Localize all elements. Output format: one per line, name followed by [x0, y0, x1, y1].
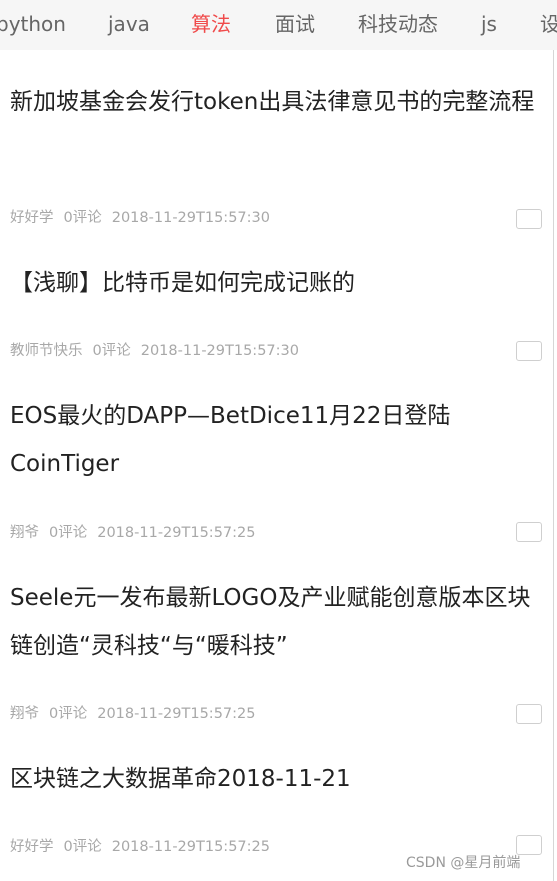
article-title[interactable]: 新加坡基金会发行token出具法律意见书的完整流程 — [10, 78, 540, 126]
article-title[interactable]: 区块链之大数据革命2018-11-21 — [10, 755, 540, 803]
article-meta: 好好学 0评论 2018-11-29T15:57:30 — [10, 206, 280, 227]
article-item[interactable]: Seele元一发布最新LOGO及产业赋能创意版本区块链创造“灵科技“与“暖科技” — [10, 574, 540, 670]
article-select-checkbox[interactable] — [516, 209, 542, 229]
article-timestamp: 2018-11-29T15:57:25 — [97, 525, 256, 541]
article-item[interactable]: 区块链之大数据革命2018-11-21 — [10, 755, 540, 803]
article-meta: 翔爷 0评论 2018-11-29T15:57:25 — [10, 521, 265, 542]
article-select-checkbox[interactable] — [516, 341, 542, 361]
csdn-watermark: CSDN @星月前端 — [406, 855, 521, 871]
tab-java[interactable]: java — [108, 10, 150, 38]
article-meta: 好好学 0评论 2018-11-29T15:57:25 — [10, 835, 280, 856]
category-tab-bar: python java 算法 面试 科技动态 js 设 — [0, 0, 557, 50]
article-title[interactable]: 【浅聊】比特币是如何完成记账的 — [10, 259, 540, 307]
article-comment-count: 0评论 — [49, 525, 88, 541]
article-select-checkbox[interactable] — [516, 704, 542, 724]
article-timestamp: 2018-11-29T15:57:30 — [140, 343, 299, 359]
article-title[interactable]: EOS最火的DAPP—BetDice11月22日登陆CoinTiger — [10, 392, 540, 488]
article-author: 教师节快乐 — [10, 343, 83, 359]
article-meta: 教师节快乐 0评论 2018-11-29T15:57:30 — [10, 339, 309, 360]
article-author: 翔爷 — [10, 525, 39, 541]
article-comment-count: 0评论 — [63, 839, 102, 855]
tab-interview[interactable]: 面试 — [275, 10, 315, 38]
article-item[interactable]: 【浅聊】比特币是如何完成记账的 — [10, 259, 540, 307]
article-timestamp: 2018-11-29T15:57:25 — [111, 839, 270, 855]
scroll-edge-divider — [553, 50, 554, 881]
article-title[interactable]: Seele元一发布最新LOGO及产业赋能创意版本区块链创造“灵科技“与“暖科技” — [10, 574, 540, 670]
article-comment-count: 0评论 — [92, 343, 131, 359]
article-author: 好好学 — [10, 839, 54, 855]
tab-python[interactable]: python — [0, 10, 66, 38]
article-item[interactable]: 新加坡基金会发行token出具法律意见书的完整流程 — [10, 78, 540, 126]
article-item[interactable]: EOS最火的DAPP—BetDice11月22日登陆CoinTiger — [10, 392, 540, 488]
article-comment-count: 0评论 — [49, 706, 88, 722]
article-timestamp: 2018-11-29T15:57:30 — [111, 210, 270, 226]
article-author: 好好学 — [10, 210, 54, 226]
article-timestamp: 2018-11-29T15:57:25 — [97, 706, 256, 722]
tab-algorithm[interactable]: 算法 — [191, 10, 231, 38]
tab-tech-news[interactable]: 科技动态 — [358, 10, 438, 38]
article-select-checkbox[interactable] — [516, 522, 542, 542]
article-meta: 翔爷 0评论 2018-11-29T15:57:25 — [10, 702, 265, 723]
article-comment-count: 0评论 — [63, 210, 102, 226]
tab-design[interactable]: 设 — [540, 10, 557, 38]
article-author: 翔爷 — [10, 706, 39, 722]
tab-js[interactable]: js — [481, 10, 497, 38]
